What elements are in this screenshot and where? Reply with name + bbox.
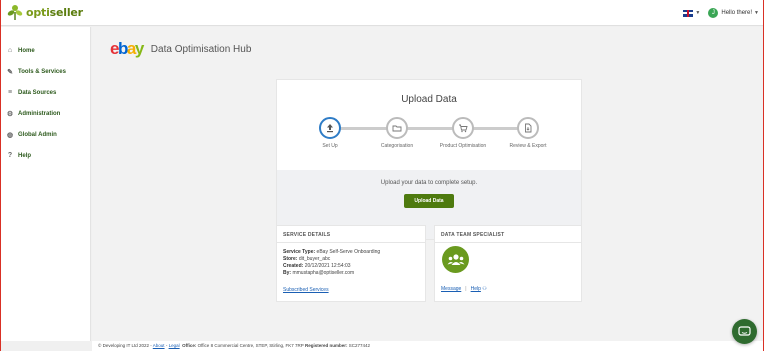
sidebar-item-help[interactable]: ? Help — [1, 145, 90, 166]
document-icon — [525, 123, 532, 133]
step-review-export[interactable] — [517, 117, 539, 139]
page-title: Data Optimisation Hub — [150, 43, 252, 55]
sidebar-item-administration[interactable]: ⚙ Administration — [1, 103, 90, 124]
card-heading: SERVICE DETAILS — [277, 226, 425, 243]
data-team-specialist-card: DATA TEAM SPECIALIST Message | Help ⚇ — [434, 225, 582, 302]
store-row: Store: dit_buyer_abc — [283, 256, 331, 262]
about-link[interactable]: About — [153, 343, 165, 348]
step-label: Review & Export — [509, 143, 547, 149]
team-icon — [442, 246, 469, 273]
sidebar-item-data-sources[interactable]: ≡ Data Sources — [1, 82, 90, 103]
service-type-row: Service Type: eBay Self-Serve Onboarding — [283, 249, 381, 255]
brand-name-part2: seller — [49, 5, 83, 19]
service-details-card: SERVICE DETAILS Service Type: eBay Self-… — [276, 225, 426, 302]
sidebar-item-tools[interactable]: ✎ Tools & Services — [1, 61, 90, 82]
team-links: Message | Help ⚇ — [441, 286, 487, 292]
sidebar-item-label: Home — [18, 47, 35, 54]
leaf-icon — [7, 3, 23, 21]
optiseller-logo[interactable]: optiseller — [7, 3, 83, 21]
card-heading: DATA TEAM SPECIALIST — [435, 226, 581, 243]
step-label: Categorisation — [380, 143, 414, 149]
top-bar: optiseller ▼ J Hello there! ▼ — [1, 0, 763, 26]
group-icon: ⚇ — [482, 286, 487, 292]
progress-track — [334, 127, 524, 130]
upload-icon — [327, 124, 333, 133]
main-content: ebay Data Optimisation Hub Upload Data S… — [92, 27, 763, 341]
legal-link[interactable]: Legal — [169, 343, 180, 348]
footer: © Developing IT Ltd 2022 - About - Legal… — [92, 341, 763, 351]
sidebar-item-home[interactable]: ⌂ Home — [1, 40, 90, 61]
chat-button[interactable] — [732, 319, 757, 344]
step-product-optimisation[interactable] — [452, 117, 474, 139]
folder-icon — [392, 125, 402, 132]
home-icon: ⌂ — [7, 47, 13, 54]
upload-data-button[interactable]: Upload Data — [404, 194, 454, 208]
brand-name-part1: opti — [26, 5, 50, 19]
gear-icon: ⚙ — [6, 110, 14, 118]
message-link[interactable]: Message — [441, 286, 461, 292]
step-label: Product Optimisation — [439, 143, 487, 149]
globe-icon: ◍ — [6, 131, 14, 139]
question-icon: ? — [7, 152, 13, 159]
sidebar: ⌂ Home ✎ Tools & Services ≡ Data Sources… — [1, 27, 91, 341]
avatar[interactable]: J — [708, 8, 719, 18]
sidebar-item-label: Global Admin — [18, 131, 57, 138]
page-header: ebay Data Optimisation Hub — [110, 39, 251, 59]
ebay-logo: ebay — [110, 39, 144, 58]
chevron-down-icon[interactable]: ▼ — [695, 10, 700, 16]
database-icon: ≡ — [7, 89, 13, 96]
step-categorisation[interactable] — [386, 117, 408, 139]
upload-prompt: Upload your data to complete setup. — [380, 180, 478, 186]
upload-title: Upload Data — [401, 94, 457, 105]
uk-flag-icon[interactable] — [683, 9, 694, 17]
sidebar-item-label: Help — [18, 152, 32, 159]
chevron-down-icon[interactable]: ▼ — [754, 10, 759, 16]
sidebar-item-label: Administration — [18, 110, 61, 117]
wrench-icon: ✎ — [7, 68, 13, 76]
sidebar-item-global-admin[interactable]: ◍ Global Admin — [1, 124, 90, 145]
step-set-up[interactable] — [319, 117, 341, 139]
service-details-list: Service Type: eBay Self-Serve Onboarding… — [277, 243, 425, 277]
step-label: Set Up — [322, 143, 338, 149]
greeting-menu[interactable]: Hello there! — [721, 10, 752, 16]
chat-icon — [738, 325, 751, 336]
sidebar-item-label: Data Sources — [18, 89, 57, 96]
help-link[interactable]: Help — [471, 286, 481, 292]
created-by-row: By: mmustapha@optiseller.com — [283, 270, 355, 276]
created-row: Created: 20/12/2021 12:54:03 — [283, 263, 351, 269]
cart-icon — [459, 124, 468, 133]
sidebar-item-label: Tools & Services — [18, 68, 66, 75]
upload-data-card: Upload Data Set Up Categorisation Produc… — [276, 79, 582, 240]
subscribed-services-link[interactable]: Subscribed Services — [283, 287, 329, 293]
